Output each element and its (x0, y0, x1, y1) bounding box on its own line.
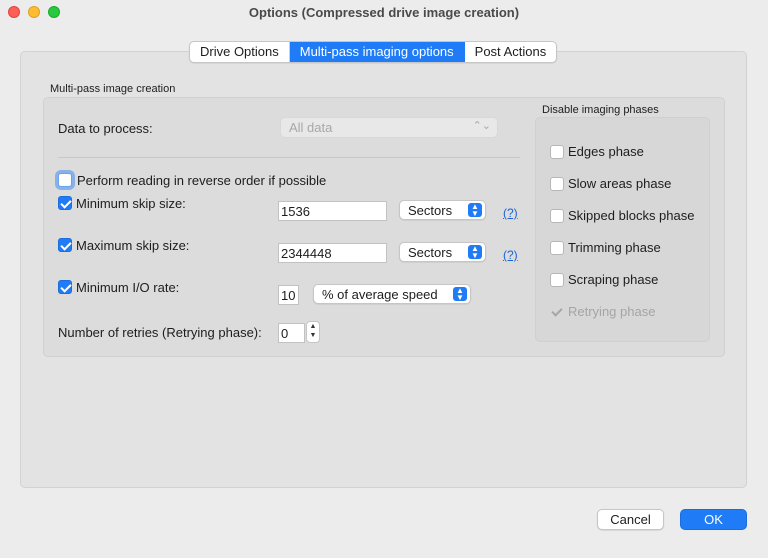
retries-stepper[interactable]: ▲ ▼ (306, 321, 320, 343)
retries-label: Number of retries (Retrying phase): (58, 325, 262, 340)
title-bar: Options (Compressed drive image creation… (0, 0, 768, 26)
min-skip-unit-value: Sectors (408, 203, 453, 218)
edges-phase-checkbox[interactable] (550, 145, 564, 159)
section-title: Multi-pass image creation (50, 83, 176, 95)
reverse-order-checkbox[interactable] (58, 173, 72, 187)
max-skip-unit-select[interactable]: Sectors ▲ ▼ (399, 242, 486, 262)
min-io-input[interactable]: 10 (278, 285, 299, 305)
tab-drive-options[interactable]: Drive Options (190, 42, 290, 62)
cancel-button[interactable]: Cancel (597, 509, 664, 530)
skipped-blocks-phase-checkbox[interactable] (550, 209, 564, 223)
min-io-unit-select[interactable]: % of average speed ▲ ▼ (313, 284, 471, 304)
retries-input[interactable]: 0 (278, 323, 305, 343)
max-skip-checkbox[interactable] (58, 238, 72, 252)
min-io-label: Minimum I/O rate: (76, 280, 180, 295)
max-skip-input[interactable]: 2344448 (278, 243, 387, 263)
chevron-updown-icon: ▲ ▼ (468, 245, 482, 260)
data-to-process-label: Data to process: (58, 121, 153, 136)
chevron-updown-icon: ⌃⌄ (472, 120, 491, 132)
max-skip-label: Maximum skip size: (76, 238, 190, 253)
reverse-order-label: Perform reading in reverse order if poss… (77, 173, 327, 188)
min-skip-label: Minimum skip size: (76, 196, 186, 211)
min-io-checkbox[interactable] (58, 280, 72, 294)
scraping-phase-label: Scraping phase (568, 272, 659, 287)
scraping-phase-checkbox[interactable] (550, 273, 564, 287)
min-skip-input[interactable]: 1536 (278, 201, 387, 221)
data-to-process-value: All data (289, 120, 333, 135)
phases-title: Disable imaging phases (542, 104, 659, 116)
chevron-updown-icon: ▲ ▼ (468, 203, 482, 218)
skipped-blocks-phase-label: Skipped blocks phase (568, 208, 695, 223)
min-io-unit-value: % of average speed (322, 287, 438, 302)
trimming-phase-checkbox[interactable] (550, 241, 564, 255)
data-to-process-select: All data ⌃⌄ (280, 117, 498, 138)
chevron-updown-icon: ▲ ▼ (453, 287, 467, 302)
ok-button[interactable]: OK (680, 509, 747, 530)
tab-multi-pass-imaging-options[interactable]: Multi-pass imaging options (289, 42, 465, 62)
window-title: Options (Compressed drive image creation… (248, 5, 520, 20)
edges-phase-label: Edges phase (568, 144, 644, 159)
max-skip-help-link[interactable]: (?) (503, 248, 518, 262)
min-skip-help-link[interactable]: (?) (503, 206, 518, 220)
tab-post-actions[interactable]: Post Actions (465, 42, 557, 62)
slow-areas-phase-checkbox[interactable] (550, 177, 564, 191)
min-skip-unit-select[interactable]: Sectors ▲ ▼ (399, 200, 486, 220)
retrying-phase-checkbox (550, 305, 564, 319)
min-skip-checkbox[interactable] (58, 196, 72, 210)
retrying-phase-label: Retrying phase (568, 304, 656, 319)
slow-areas-phase-label: Slow areas phase (568, 176, 672, 191)
tab-bar: Drive Options Multi-pass imaging options… (189, 41, 558, 63)
max-skip-unit-value: Sectors (408, 245, 453, 260)
trimming-phase-label: Trimming phase (568, 240, 661, 255)
separator (58, 157, 520, 158)
